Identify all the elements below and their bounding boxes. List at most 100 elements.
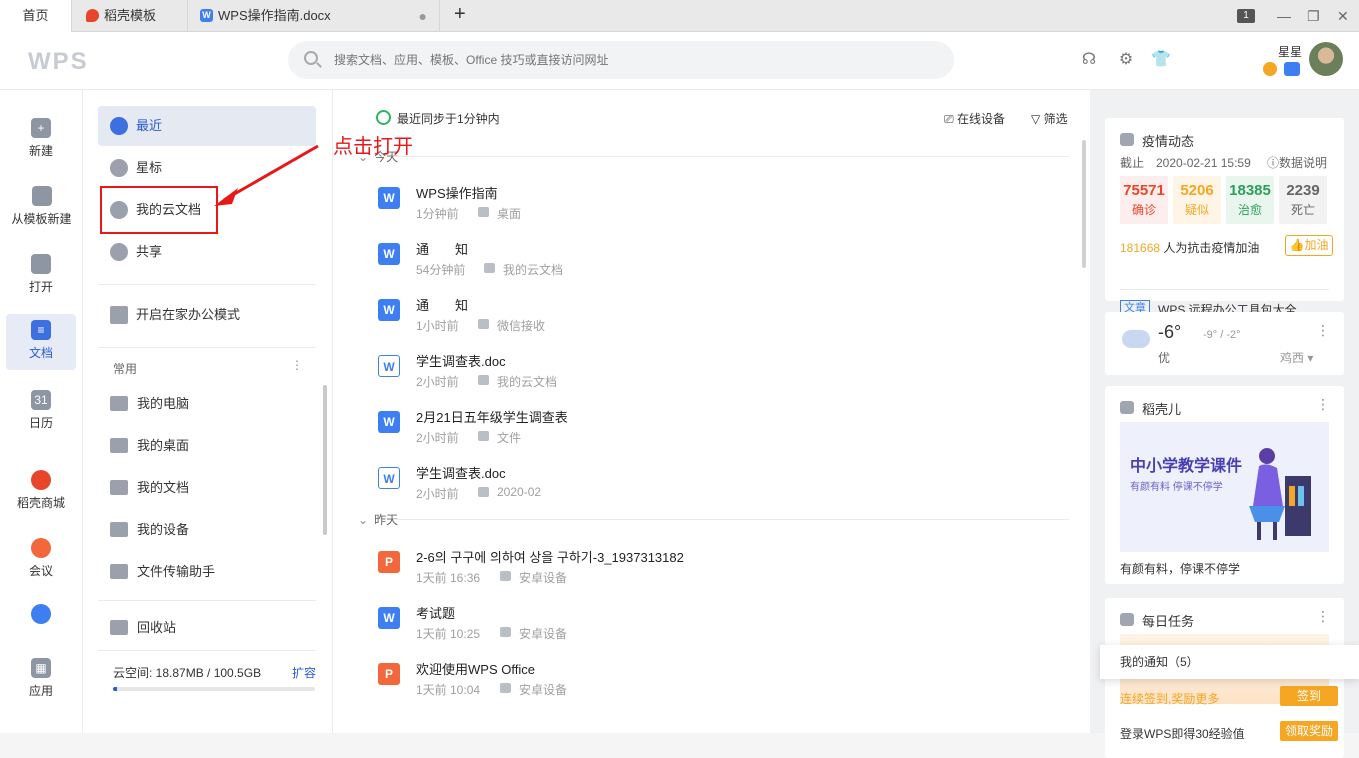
docer-banner[interactable]: 中小学教学课件 有颜有料 停课不停学 (1120, 422, 1329, 552)
writer-doc-outline-icon: W (378, 355, 400, 377)
nav-scrollbar[interactable] (323, 385, 327, 535)
support-text: 181668 人为抗击疫情加油 (1120, 239, 1259, 256)
nav-home-office-mode[interactable]: 开启在家办公模式 (98, 295, 316, 335)
task-sign-text: 连续签到,奖励更多 (1120, 692, 1220, 706)
unsaved-dot-icon[interactable]: ● (419, 0, 427, 32)
nav-label: 星标 (136, 160, 163, 175)
user-name[interactable]: 星星 (1278, 43, 1302, 60)
more-icon[interactable]: ⋮ (1316, 608, 1330, 625)
file-row[interactable]: W 学生调查表.doc 2小时前 2020-02 (378, 459, 1068, 515)
headset-icon[interactable]: ☊ (1079, 50, 1099, 70)
temperature: -6° (1158, 322, 1182, 342)
writer-doc-icon: W (378, 243, 400, 265)
rail-documents[interactable]: ≡ 文档 (6, 314, 76, 370)
stat-cured[interactable]: 18385 治愈 (1226, 176, 1274, 224)
covid-date: 截止 2020-02-21 15:59 (1120, 156, 1251, 170)
minimize-icon[interactable]: — (1277, 0, 1291, 32)
stat-suspected[interactable]: 5206 疑似 (1173, 176, 1221, 224)
city-select[interactable]: 鸡西 ▾ (1280, 349, 1313, 366)
more-icon[interactable]: ⋮ (1316, 322, 1330, 339)
presentation-doc-icon: P (378, 551, 400, 573)
file-location: 安卓设备 (500, 625, 567, 642)
rail-calendar[interactable]: 31 日历 (6, 384, 76, 440)
skin-shirt-icon[interactable]: 👕 (1151, 50, 1171, 70)
rail-open[interactable]: 打开 (6, 248, 76, 304)
more-icon[interactable]: ⋮ (291, 358, 303, 372)
file-row[interactable]: W WPS操作指南 1分钟前 桌面 (378, 179, 1068, 235)
file-row[interactable]: P 欢迎使用WPS Office 1天前 10:04 安卓设备 (378, 655, 1068, 711)
rail-form[interactable] (6, 598, 76, 638)
sign-in-button[interactable]: 签到 (1280, 686, 1338, 706)
vip-badge-icon[interactable] (1263, 62, 1277, 76)
file-row[interactable]: W 学生调查表.doc 2小时前 我的云文档 (378, 347, 1068, 403)
file-row[interactable]: P 2-6의 구구에 의하여 상을 구하기-3_1937313182 1天前 16:… (378, 543, 1068, 599)
tab-document[interactable]: W WPS操作指南.docx ● (188, 0, 440, 32)
help-icon: ⓘ (1267, 156, 1280, 170)
nav-label: 我的电脑 (137, 396, 190, 411)
nav-file-transfer[interactable]: 文件传输助手 (108, 557, 308, 587)
rail-meeting[interactable]: 会议 (6, 532, 76, 588)
meeting-icon (31, 538, 51, 558)
file-name: 2-6의 구구에 의하여 상을 구하기-3_1937313182 (416, 550, 684, 565)
writer-doc-icon: W (378, 607, 400, 629)
devices-icon: ⎚ (944, 112, 957, 126)
rail-new-from-template[interactable]: 从模板新建 (0, 180, 83, 236)
tab-home[interactable]: 首页 (0, 0, 72, 32)
filter-button[interactable]: ▽ 筛选 (1031, 110, 1068, 127)
window-count-badge[interactable]: 1 (1237, 9, 1255, 23)
rail-apps[interactable]: ▦ 应用 (6, 652, 76, 708)
stat-value: 18385 (1229, 182, 1271, 199)
banner-title: 中小学教学课件 (1130, 458, 1243, 475)
file-time: 1天前 10:25 (416, 627, 481, 641)
cloud-usage-bar (113, 687, 315, 691)
file-name: 欢迎使用WPS Office (416, 662, 535, 677)
file-location: 安卓设备 (500, 681, 567, 698)
new-tab-button[interactable]: + (454, 3, 466, 26)
avatar[interactable] (1309, 42, 1343, 76)
nav-my-computer[interactable]: 我的电脑 (108, 389, 308, 419)
search-box[interactable] (288, 41, 954, 79)
data-help-link[interactable]: ⓘ数据说明 (1267, 154, 1327, 171)
cheer-button[interactable]: 👍加油 (1285, 235, 1333, 256)
nav-my-desktop[interactable]: 我的桌面 (108, 431, 308, 461)
common-section-label: 常用 (113, 362, 138, 376)
header: WPS ☊ ⚙ 👕 星星 (0, 32, 1359, 90)
file-row[interactable]: W 通 知 1小时前 微信接收 (378, 291, 1068, 347)
nav-label: 回收站 (137, 620, 177, 635)
rail-docer-store[interactable]: 稻壳商城 (6, 464, 76, 520)
docer-caption: 有颜有料，停课不停学 (1120, 562, 1241, 576)
restore-icon[interactable]: ❐ (1307, 0, 1320, 32)
notification-popup[interactable]: 我的通知（5） (1100, 645, 1359, 679)
stat-deaths[interactable]: 2239 死亡 (1279, 176, 1327, 224)
expand-storage-link[interactable]: 扩容 (292, 664, 316, 681)
rail-new[interactable]: + 新建 (6, 112, 76, 168)
nav-label: 文件传输助手 (137, 564, 216, 579)
file-row[interactable]: W 通 知 54分钟前 我的云文档 (378, 235, 1068, 291)
support-label: 人为抗击疫情加油 (1163, 241, 1260, 255)
file-list-scrollbar[interactable] (1082, 140, 1086, 268)
stat-label: 确诊 (1131, 203, 1156, 217)
file-time: 54分钟前 (416, 263, 466, 277)
stat-confirmed[interactable]: 75571 确诊 (1120, 176, 1168, 224)
title-bar: 首页 稻壳模板 W WPS操作指南.docx ● + 1 — ❐ ✕ (0, 0, 1359, 32)
nav-label: 开启在家办公模式 (136, 307, 241, 322)
file-row[interactable]: W 2月21日五年级学生调查表 2小时前 文件 (378, 403, 1068, 459)
nav-my-devices[interactable]: 我的设备 (108, 515, 308, 545)
file-row[interactable]: W 考试题 1天前 10:25 安卓设备 (378, 599, 1068, 655)
online-devices-button[interactable]: ⎚ 在线设备 (944, 110, 1005, 127)
file-time: 1小时前 (416, 319, 459, 333)
nav-my-documents[interactable]: 我的文档 (108, 473, 308, 503)
search-input[interactable] (334, 41, 934, 79)
tab-docer-templates[interactable]: 稻壳模板 (72, 0, 188, 32)
nav-label: 我的桌面 (137, 438, 190, 453)
nav-shared[interactable]: 共享 (98, 232, 316, 272)
file-time: 1天前 16:36 (416, 571, 481, 585)
member-badge-icon[interactable] (1284, 62, 1300, 76)
close-icon[interactable]: ✕ (1337, 0, 1349, 32)
more-icon[interactable]: ⋮ (1316, 396, 1330, 413)
claim-reward-button[interactable]: 领取奖励 (1280, 721, 1338, 741)
folder-icon (31, 254, 51, 274)
temperature-range: -9° / -2° (1203, 329, 1241, 341)
settings-icon[interactable]: ⚙ (1116, 50, 1136, 70)
nav-recycle-bin[interactable]: 回收站 (108, 613, 308, 643)
